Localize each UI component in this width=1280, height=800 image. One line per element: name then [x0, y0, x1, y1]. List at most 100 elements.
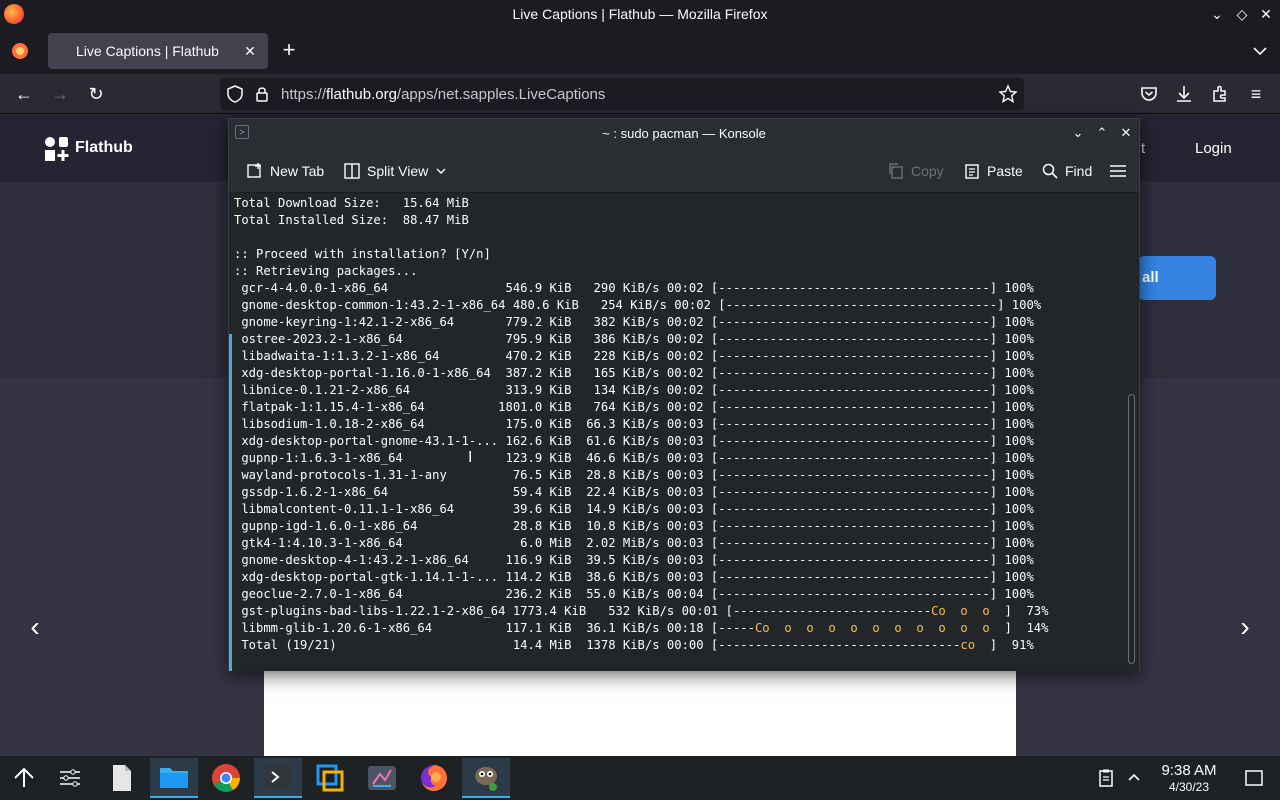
clock-time: 9:38 AM — [1161, 762, 1217, 779]
install-button[interactable]: all — [1138, 256, 1216, 300]
konsole-taskbar-icon[interactable] — [254, 758, 302, 798]
text-cursor-icon: I — [468, 449, 473, 466]
paste-icon — [965, 164, 979, 179]
tab-live-captions[interactable]: Live Captions | Flathub ✕ — [48, 33, 268, 69]
hamburger-menu-icon — [1110, 165, 1126, 177]
konsole-titlebar: > ~ : sudo pacman — Konsole ⌄ ⌃ ✕ — [229, 119, 1139, 147]
firefox-taskbar-icon[interactable] — [410, 758, 458, 798]
clock[interactable]: 9:38 AM 4/30/23 — [1152, 763, 1226, 795]
terminal-line: wayland-protocols-1.31-1-any 76.5 KiB 28… — [234, 468, 1034, 482]
terminal-line: Total (19/21) 14.4 MiB 1378 KiB/s 00:00 … — [234, 638, 1034, 652]
back-icon[interactable]: ← — [13, 83, 35, 105]
terminal-line: gnome-keyring-1:42.1-2-x86_64 779.2 KiB … — [234, 315, 1034, 329]
url-host: flathub.org — [326, 86, 397, 103]
gimp-icon[interactable] — [462, 758, 510, 798]
split-view-button[interactable]: Split View — [343, 161, 448, 181]
paste-button[interactable]: Paste — [963, 161, 1023, 181]
navigation-bar: ← → ↻ https://flathub.org/apps/net.sappl… — [0, 74, 1280, 114]
tab-bar: Live Captions | Flathub ✕ + — [0, 28, 1280, 74]
close-window-icon[interactable]: ✕ — [1117, 124, 1135, 142]
system-tray-expand-icon[interactable] — [1110, 758, 1158, 798]
chevron-down-icon[interactable] — [1250, 41, 1270, 61]
pacman-progress-icon: co — [960, 638, 990, 652]
terminal-line: xdg-desktop-portal-gtk-1.14.1-1-... 114.… — [234, 570, 1034, 584]
carousel-next-icon[interactable]: › — [1233, 612, 1257, 642]
new-tab-button[interactable]: New Tab — [246, 161, 324, 181]
taskbar: 9:38 AM 4/30/23 — [0, 756, 1280, 800]
terminal-line: flatpak-1:1.15.4-1-x86_64 1801.0 KiB 764… — [234, 400, 1034, 414]
terminal-line: libmalcontent-0.11.1-1-x86_64 39.6 KiB 1… — [234, 502, 1034, 516]
terminal-scrollbar[interactable] — [1125, 194, 1139, 671]
terminal-line: libsodium-1.0.18-2-x86_64 175.0 KiB 66.3… — [234, 417, 1034, 431]
find-button[interactable]: Find — [1041, 161, 1092, 181]
terminal-line: gssdp-1.6.2-1-x86_64 59.4 KiB 22.4 KiB/s… — [234, 485, 1034, 499]
split-view-label: Split View — [367, 163, 429, 179]
pacman-progress-icon: Co o o — [931, 604, 1005, 618]
hamburger-menu-icon[interactable]: ≡ — [1245, 83, 1267, 105]
terminal-line: Total Download Size: 15.64 MiB — [234, 196, 469, 210]
flathub-logo-text[interactable]: Flathub — [75, 139, 133, 157]
terminal-line: Total Installed Size: 88.47 MiB — [234, 213, 469, 227]
new-tab-icon[interactable]: + — [278, 39, 300, 62]
terminal-line: ostree-2023.2-1-x86_64 795.9 KiB 386 KiB… — [234, 332, 1034, 346]
copy-icon — [889, 163, 903, 179]
terminal-line: gnome-desktop-4-1:43.2-1-x86_64 116.9 Ki… — [234, 553, 1034, 567]
download-icon[interactable] — [1173, 83, 1195, 105]
firefox-titlebar: Live Captions | Flathub — Mozilla Firefo… — [0, 0, 1280, 28]
app-screenshot — [264, 660, 1016, 756]
url-prefix: https:// — [281, 86, 327, 103]
terminal-text: Total Download Size: 15.64 MiB Total Ins… — [234, 195, 1048, 654]
new-tab-label: New Tab — [270, 163, 325, 179]
maximize-icon[interactable]: ◇ — [1232, 4, 1252, 24]
app-launcher-icon[interactable] — [0, 758, 48, 798]
url-bar[interactable]: https://flathub.org/apps/net.sapples.Liv… — [220, 78, 1024, 110]
terminal-output[interactable]: Total Download Size: 15.64 MiB Total Ins… — [229, 194, 1125, 671]
show-desktop-icon[interactable] — [1230, 758, 1278, 798]
close-tab-icon[interactable]: ✕ — [240, 41, 260, 61]
firefox-view-icon[interactable] — [10, 41, 30, 61]
terminal-line: gupnp-1:1.6.3-1-x86_64 123.9 KiB 46.6 Ki… — [234, 451, 1034, 465]
terminal-line: libmm-glib-1.20.6-1-x86_64 117.1 KiB 36.… — [234, 621, 1049, 635]
maximize-icon[interactable]: ⌃ — [1093, 124, 1111, 142]
settings-sliders-icon[interactable] — [46, 758, 94, 798]
shield-icon[interactable] — [225, 84, 245, 104]
scrollbar-thumb[interactable] — [1128, 394, 1135, 664]
carousel-prev-icon[interactable]: ‹ — [23, 612, 47, 642]
terminal-line: gupnp-igd-1.6.0-1-x86_64 28.8 KiB 10.8 K… — [234, 519, 1034, 533]
nav-link-partial[interactable]: t — [1141, 140, 1145, 157]
terminal-line: :: Proceed with installation? [Y/n] — [234, 247, 491, 261]
chrome-icon[interactable] — [202, 758, 250, 798]
file-icon[interactable] — [98, 758, 146, 798]
pocket-icon[interactable] — [1138, 83, 1160, 105]
login-link[interactable]: Login — [1195, 140, 1232, 157]
file-manager-icon[interactable] — [150, 758, 198, 798]
minimize-icon[interactable]: ⌄ — [1069, 124, 1087, 142]
search-icon — [1042, 163, 1058, 179]
konsole-window: > ~ : sudo pacman — Konsole ⌄ ⌃ ✕ New Ta… — [228, 118, 1140, 671]
terminal-line: xdg-desktop-portal-1.16.0-1-x86_64 387.2… — [234, 366, 1034, 380]
reload-icon[interactable]: ↻ — [85, 83, 107, 105]
forward-icon[interactable]: → — [49, 83, 71, 105]
star-icon[interactable] — [998, 84, 1018, 104]
terminal-line: gst-plugins-bad-libs-1.22.1-2-x86_64 177… — [234, 604, 1049, 618]
chevron-down-icon — [436, 168, 446, 174]
copy-button[interactable]: Copy — [887, 161, 944, 181]
terminal-line: gnome-desktop-common-1:43.2-1-x86_64 480… — [234, 298, 1042, 312]
virtualbox-icon[interactable] — [306, 758, 354, 798]
lock-icon[interactable] — [252, 84, 272, 104]
clock-date: 4/30/23 — [1168, 780, 1210, 794]
flathub-logo-icon[interactable] — [43, 135, 71, 163]
terminal-line: libadwaita-1:1.3.2-1-x86_64 470.2 KiB 22… — [234, 349, 1034, 363]
extensions-icon[interactable] — [1209, 83, 1231, 105]
copy-label: Copy — [911, 163, 944, 179]
konsole-toolbar: New Tab Split View Copy Paste Find — [229, 147, 1139, 193]
split-view-icon — [344, 163, 360, 179]
minimize-icon[interactable]: ⌄ — [1207, 4, 1227, 24]
konsole-menu-button[interactable] — [1109, 161, 1127, 181]
kdevelop-icon[interactable] — [358, 758, 406, 798]
terminal-focus-bar — [229, 334, 232, 671]
window-title: Live Captions | Flathub — Mozilla Firefo… — [512, 6, 768, 22]
new-tab-icon — [247, 163, 261, 178]
terminal-line: gcr-4-4.0.0-1-x86_64 546.9 KiB 290 KiB/s… — [234, 281, 1034, 295]
close-window-icon[interactable]: ✕ — [1256, 4, 1276, 24]
